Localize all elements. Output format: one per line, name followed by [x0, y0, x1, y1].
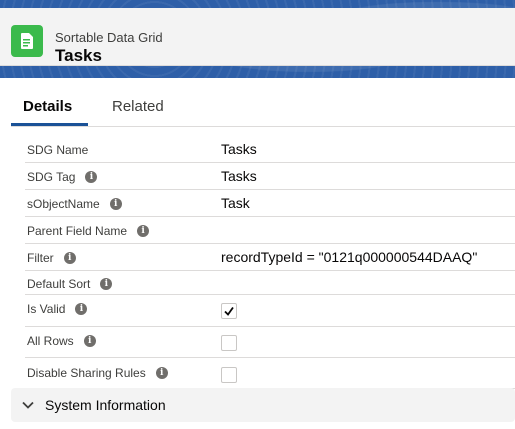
section-system-information[interactable]: System Information	[11, 388, 515, 422]
field-label: Parent Field Name i	[27, 224, 150, 238]
active-tab-indicator	[11, 123, 88, 126]
info-icon[interactable]: i	[100, 278, 113, 290]
info-icon[interactable]: i	[75, 303, 88, 315]
field-label: Filter i	[27, 251, 76, 265]
field-label: SDG Name	[27, 143, 89, 157]
field-value: recordTypeId = "0121q000000544DAAQ"	[221, 249, 478, 265]
info-icon[interactable]: i	[85, 171, 98, 183]
field-row-parent-field-name: Parent Field Name i	[25, 217, 515, 244]
info-icon[interactable]: i	[83, 335, 96, 347]
field-label: Is Valid i	[27, 302, 88, 316]
field-row-sobjectname: sObjectName i Task	[25, 190, 515, 217]
record-header: Sortable Data Grid Tasks	[0, 8, 515, 66]
field-label: Disable Sharing Rules i	[27, 366, 168, 380]
info-icon[interactable]: i	[63, 252, 76, 264]
field-value: Task	[221, 195, 250, 211]
field-value: Tasks	[221, 168, 257, 184]
record-detail-panel: Details Related SDG Name Tasks SDG Tag i…	[0, 78, 515, 429]
object-label: Sortable Data Grid	[55, 30, 163, 45]
field-value: Tasks	[221, 141, 257, 157]
tab-details[interactable]: Details	[23, 98, 72, 115]
field-row-sdg-name: SDG Name Tasks	[25, 136, 515, 163]
field-row-default-sort: Default Sort i	[25, 271, 515, 295]
field-label: SDG Tag i	[27, 170, 98, 184]
section-label: System Information	[45, 397, 166, 413]
field-label: sObjectName i	[27, 197, 122, 211]
record-title: Tasks	[55, 46, 102, 65]
record-icon	[11, 25, 43, 57]
field-label: Default Sort i	[27, 277, 113, 291]
chevron-down-icon	[22, 401, 34, 409]
info-icon[interactable]: i	[155, 367, 168, 379]
all-rows-checkbox	[221, 335, 237, 351]
tab-bar: Details Related	[11, 78, 515, 127]
info-icon[interactable]: i	[109, 198, 122, 210]
is-valid-checkbox	[221, 303, 237, 319]
field-row-filter: Filter i recordTypeId = "0121q000000544D…	[25, 244, 515, 271]
info-icon[interactable]: i	[137, 225, 150, 237]
field-row-is-valid: Is Valid i	[25, 295, 515, 327]
field-row-sdg-tag: SDG Tag i Tasks	[25, 163, 515, 190]
field-row-all-rows: All Rows i	[25, 327, 515, 358]
field-label: All Rows i	[27, 334, 96, 348]
field-row-disable-sharing-rules: Disable Sharing Rules i	[25, 358, 515, 389]
disable-sharing-rules-checkbox	[221, 367, 237, 383]
checkmark-icon	[224, 306, 234, 316]
tab-related[interactable]: Related	[112, 98, 164, 115]
